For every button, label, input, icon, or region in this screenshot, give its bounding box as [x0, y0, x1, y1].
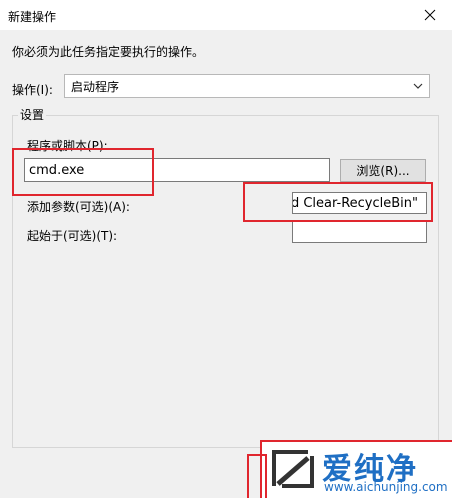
- chevron-down-icon: [413, 83, 423, 89]
- close-button[interactable]: [408, 0, 452, 30]
- title-bar: 新建操作: [0, 0, 452, 30]
- highlight-box-args: [243, 182, 433, 222]
- window-title: 新建操作: [8, 10, 57, 24]
- instruction-text: 你必须为此任务指定要执行的操作。: [12, 45, 205, 59]
- args-label: 添加参数(可选)(A):: [27, 200, 130, 214]
- start-in-label: 起始于(可选)(T):: [27, 229, 118, 243]
- start-in-input[interactable]: [292, 221, 427, 243]
- action-select-value: 启动程序: [71, 79, 120, 94]
- browse-button[interactable]: 浏览(R)...: [340, 159, 426, 182]
- close-icon: [424, 9, 436, 21]
- highlight-box-program: [12, 148, 154, 196]
- highlight-box-watermark: [260, 440, 452, 498]
- action-label: 操作(I):: [12, 83, 53, 97]
- settings-group-title: 设置: [18, 106, 47, 123]
- action-select[interactable]: 启动程序: [64, 74, 430, 98]
